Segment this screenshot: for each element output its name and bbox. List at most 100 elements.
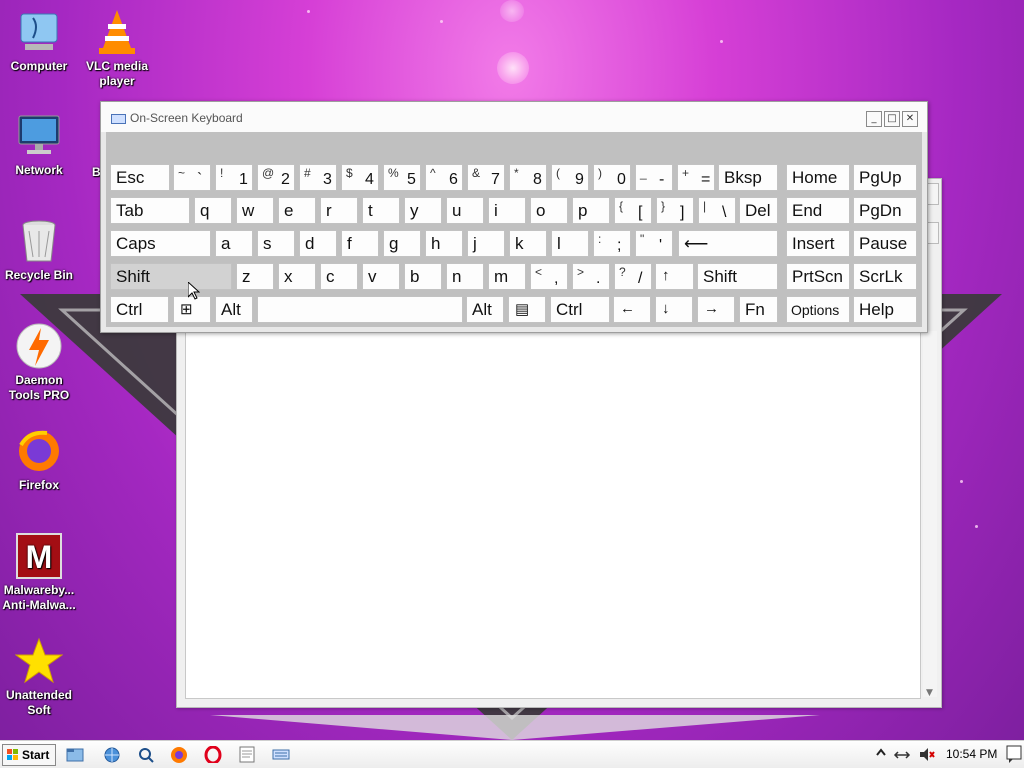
desktop-icon-computer[interactable]: Computer	[0, 8, 78, 74]
key-letter-g[interactable]: g	[383, 230, 421, 257]
file-explorer-icon[interactable]	[66, 746, 84, 763]
close-button[interactable]: ✕	[902, 111, 918, 127]
key-right-arrow[interactable]: →	[697, 296, 735, 323]
key-pgdn[interactable]: PgDn	[853, 197, 917, 224]
key-left-arrow[interactable]: ←	[613, 296, 651, 323]
key-digit-12[interactable]: + =	[677, 164, 715, 191]
key-letter-n[interactable]: n	[446, 263, 484, 290]
key-backspace[interactable]: Bksp	[718, 164, 778, 191]
key-letter-q[interactable]: q	[194, 197, 232, 224]
key-tab[interactable]: Tab	[110, 197, 190, 224]
volume-muted-icon[interactable]	[918, 747, 936, 762]
taskbar-clock[interactable]: 10:54 PM	[946, 747, 997, 761]
key-letter-h[interactable]: h	[425, 230, 463, 257]
opera-icon[interactable]	[204, 746, 222, 763]
key-esc[interactable]: Esc	[110, 164, 170, 191]
key-letter-c[interactable]: c	[320, 263, 358, 290]
notepad-icon[interactable]	[238, 746, 256, 763]
key-digit-4[interactable]: $4	[341, 164, 379, 191]
key-down-arrow[interactable]: ↓	[655, 296, 693, 323]
key-letter-i[interactable]: i	[488, 197, 526, 224]
desktop-icon-daemon-tools[interactable]: Daemon Tools PRO	[0, 322, 78, 403]
key-symbol-6[interactable]: >.	[572, 263, 610, 290]
key-digit-1[interactable]: ! 1	[215, 164, 253, 191]
key-digit-0[interactable]: ~ `	[173, 164, 211, 191]
key-digit-3[interactable]: #3	[299, 164, 337, 191]
key-left-alt[interactable]: Alt	[215, 296, 253, 323]
key-letter-a[interactable]: a	[215, 230, 253, 257]
key-digit-11[interactable]: _ -	[635, 164, 673, 191]
key-space[interactable]	[257, 296, 463, 323]
key-options[interactable]: Options	[786, 296, 850, 323]
key-symbol-3[interactable]: :;	[593, 230, 631, 257]
desktop-icon-recycle-bin[interactable]: Recycle Bin	[0, 217, 78, 283]
network-status-icon[interactable]	[893, 748, 911, 762]
minimize-button[interactable]: _	[866, 111, 882, 127]
key-left-ctrl[interactable]: Ctrl	[110, 296, 169, 323]
key-right-alt[interactable]: Alt	[466, 296, 504, 323]
firefox-taskbar-icon[interactable]	[170, 746, 188, 763]
key-symbol-4[interactable]: " '	[635, 230, 673, 257]
action-center-icon[interactable]	[1006, 745, 1022, 763]
key-letter-v[interactable]: v	[362, 263, 400, 290]
key-delete[interactable]: Del	[739, 197, 778, 224]
osk-titlebar[interactable]: On-Screen Keyboard _ □ ✕	[101, 102, 927, 132]
desktop-icon-malwarebytes[interactable]: M Malwareby... Anti-Malwa...	[0, 532, 78, 613]
search-magnifier-icon[interactable]	[137, 746, 155, 763]
editor-scrollbar[interactable]	[923, 331, 937, 697]
on-screen-keyboard-taskbar-icon[interactable]	[272, 746, 290, 763]
on-screen-keyboard-window[interactable]: On-Screen Keyboard _ □ ✕ Esc ~ `! 1 @2 #3 $4%…	[100, 101, 928, 333]
key-pause[interactable]: Pause	[853, 230, 917, 257]
key-letter-j[interactable]: j	[467, 230, 505, 257]
key-caps[interactable]: Caps	[110, 230, 211, 257]
desktop-icon-vlc[interactable]: VLC media player	[78, 8, 156, 89]
key-letter-m[interactable]: m	[488, 263, 526, 290]
desktop-icon-network[interactable]: Network	[0, 112, 78, 178]
key-letter-l[interactable]: l	[551, 230, 589, 257]
key-letter-u[interactable]: u	[446, 197, 484, 224]
key-enter[interactable]: ⟵	[678, 230, 778, 257]
key-symbol-0[interactable]: {[	[614, 197, 652, 224]
key-menu[interactable]: ▤	[508, 296, 546, 323]
start-button[interactable]: Start	[2, 744, 56, 766]
key-fn[interactable]: Fn	[739, 296, 778, 323]
editor-text-area[interactable]	[185, 331, 921, 699]
key-letter-t[interactable]: t	[362, 197, 400, 224]
key-digit-8[interactable]: * 8	[509, 164, 547, 191]
key-digit-6[interactable]: ^ 6	[425, 164, 463, 191]
key-digit-10[interactable]: ) 0	[593, 164, 631, 191]
key-letter-r[interactable]: r	[320, 197, 358, 224]
key-windows[interactable]: ⊞	[173, 296, 211, 323]
key-left-shift[interactable]: Shift	[110, 263, 232, 290]
key-pgup[interactable]: PgUp	[853, 164, 917, 191]
desktop-icon-firefox[interactable]: Firefox	[0, 427, 78, 493]
browser-globe-icon[interactable]	[103, 746, 121, 763]
key-right-ctrl[interactable]: Ctrl	[550, 296, 610, 323]
key-letter-k[interactable]: k	[509, 230, 547, 257]
key-digit-5[interactable]: % 5	[383, 164, 421, 191]
key-letter-w[interactable]: w	[236, 197, 274, 224]
desktop-icon-unattended[interactable]: Unattended Soft	[0, 637, 78, 718]
key-help[interactable]: Help	[853, 296, 917, 323]
key-symbol-2[interactable]: | \	[698, 197, 736, 224]
scroll-down-arrow-icon[interactable]: ▼	[924, 688, 935, 699]
key-letter-e[interactable]: e	[278, 197, 316, 224]
maximize-button[interactable]: □	[884, 111, 900, 127]
key-up-arrow[interactable]: ↑	[655, 263, 694, 290]
key-letter-o[interactable]: o	[530, 197, 568, 224]
key-digit-9[interactable]: (9	[551, 164, 589, 191]
key-right-shift[interactable]: Shift	[697, 263, 778, 290]
key-end[interactable]: End	[786, 197, 850, 224]
key-symbol-5[interactable]: <,	[530, 263, 568, 290]
key-symbol-1[interactable]: }]	[656, 197, 694, 224]
key-digit-7[interactable]: & 7	[467, 164, 505, 191]
key-prtscn[interactable]: PrtScn	[786, 263, 850, 290]
key-letter-y[interactable]: y	[404, 197, 442, 224]
key-digit-2[interactable]: @2	[257, 164, 295, 191]
key-insert[interactable]: Insert	[786, 230, 850, 257]
key-letter-s[interactable]: s	[257, 230, 295, 257]
key-symbol-7[interactable]: ? /	[614, 263, 652, 290]
key-letter-b[interactable]: b	[404, 263, 442, 290]
key-home[interactable]: Home	[786, 164, 850, 191]
key-letter-z[interactable]: z	[236, 263, 274, 290]
